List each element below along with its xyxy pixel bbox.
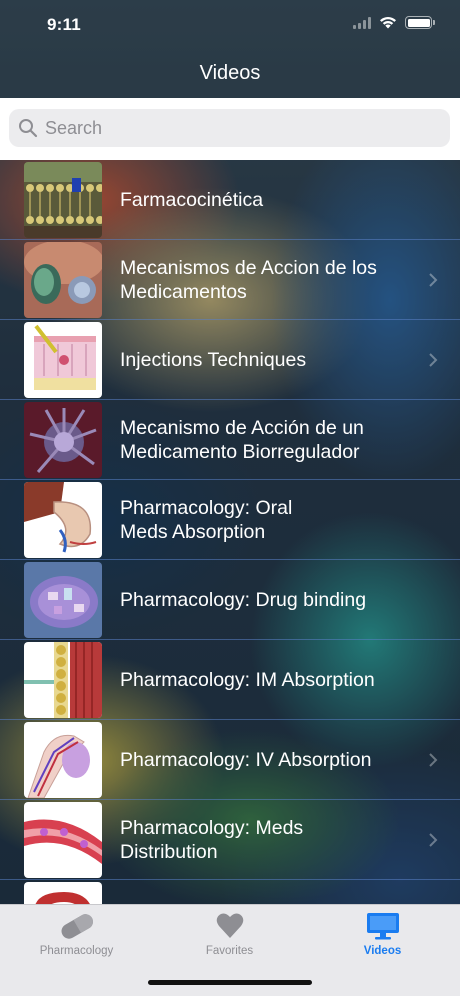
- pill-icon: [61, 914, 93, 939]
- search-field[interactable]: [9, 109, 450, 147]
- video-list: Farmacocinética Mecanismos de Accion de …: [0, 160, 460, 904]
- tab-videos[interactable]: Videos: [306, 911, 459, 957]
- status-bar: 9:11: [0, 0, 460, 50]
- list-item[interactable]: [0, 880, 460, 904]
- list-item[interactable]: Pharmacology: Drug binding: [0, 560, 460, 640]
- list-item[interactable]: Pharmacology: Oral Meds Absorption: [0, 480, 460, 560]
- scroll-indicator[interactable]: [454, 100, 457, 158]
- list-item[interactable]: Mecanismos de Accion de los Medicamentos: [0, 240, 460, 320]
- chevron-right-icon: [429, 753, 438, 767]
- video-title: Mecanismos de Accion de los Medicamentos: [120, 256, 377, 303]
- list-item[interactable]: Pharmacology: IM Absorption: [0, 640, 460, 720]
- status-time: 9:11: [47, 15, 81, 34]
- tab-pharmacology[interactable]: Pharmacology: [0, 911, 153, 957]
- video-title: Pharmacology: Drug binding: [120, 588, 367, 611]
- search-icon: [19, 119, 38, 138]
- video-thumbnail: [24, 322, 102, 398]
- search-area: [0, 98, 460, 160]
- video-title: Pharmacology: Oral Meds Absorption: [120, 496, 293, 543]
- list-item[interactable]: Pharmacology: IV Absorption: [0, 720, 460, 800]
- tab-label: Favorites: [205, 945, 254, 957]
- chevron-right-icon: [429, 353, 438, 367]
- home-indicator[interactable]: [148, 980, 312, 985]
- video-title: Pharmacology: IM Absorption: [120, 668, 375, 691]
- list-item[interactable]: Injections Techniques: [0, 320, 460, 400]
- wifi-icon: [380, 17, 396, 29]
- chevron-right-icon: [429, 833, 438, 847]
- video-title: Pharmacology: Meds Distribution: [120, 816, 304, 863]
- video-thumbnail: [24, 802, 102, 878]
- video-thumbnail: [24, 402, 102, 478]
- list-item[interactable]: Mecanismo de Acción de un Medicamento Bi…: [0, 400, 460, 480]
- video-thumbnail: [24, 162, 102, 238]
- chevron-right-icon: [429, 273, 438, 287]
- monitor-icon: [366, 913, 399, 940]
- battery-icon: [405, 16, 435, 29]
- page-title: Videos: [199, 62, 261, 84]
- video-title: Pharmacology: IV Absorption: [120, 748, 372, 771]
- search-input[interactable]: [45, 117, 435, 139]
- video-title: Mecanismo de Acción de un Medicamento Bi…: [120, 416, 364, 463]
- video-thumbnail: [24, 642, 102, 718]
- video-thumbnail: [24, 562, 102, 638]
- navigation-bar: Videos: [0, 50, 460, 98]
- cellular-signal-icon: [353, 16, 371, 29]
- video-thumbnail: [24, 482, 102, 558]
- video-title: Farmacocinética: [120, 188, 264, 211]
- tab-label: Pharmacology: [39, 945, 114, 957]
- tab-label: Videos: [363, 945, 402, 957]
- heart-icon: [216, 913, 243, 938]
- list-item[interactable]: Pharmacology: Meds Distribution: [0, 800, 460, 880]
- video-thumbnail: [24, 882, 102, 904]
- video-title: Injections Techniques: [120, 348, 307, 371]
- video-thumbnail: [24, 242, 102, 318]
- video-thumbnail: [24, 722, 102, 798]
- tab-favorites[interactable]: Favorites: [153, 911, 306, 957]
- list-item[interactable]: Farmacocinética: [0, 160, 460, 240]
- status-icons: [353, 16, 435, 29]
